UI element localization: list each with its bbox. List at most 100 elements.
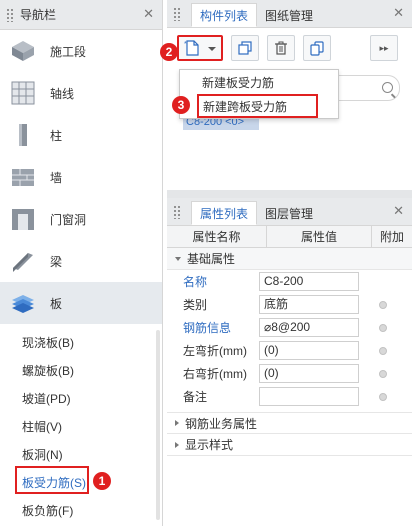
drag-grip-icon[interactable] xyxy=(173,205,181,219)
property-name[interactable]: 钢筋信息 xyxy=(167,319,259,336)
delete-button[interactable] xyxy=(267,35,295,61)
column-icon xyxy=(19,124,27,146)
tab-layer-management[interactable]: 图层管理 xyxy=(257,201,321,225)
svg-text:*: * xyxy=(184,41,187,48)
property-row-name: 名称 C8-200 xyxy=(167,270,412,293)
property-row-rebar-info: 钢筋信息 ⌀8@200 xyxy=(167,316,412,339)
close-icon[interactable]: ✕ xyxy=(143,7,154,20)
nav-item-label: 墙 xyxy=(50,170,63,185)
property-name: 左弯折(mm) xyxy=(183,344,247,358)
extra-checkbox[interactable] xyxy=(379,300,387,309)
drag-grip-icon[interactable] xyxy=(173,7,181,21)
menu-item-new-cross-slab-rebar[interactable]: 新建跨板受力筋 xyxy=(197,94,318,118)
nav-item-wall[interactable]: 墙 xyxy=(0,156,162,198)
section-basic-properties[interactable]: 基础属性 xyxy=(167,248,412,270)
duplicate-button[interactable] xyxy=(303,35,331,61)
property-tabbar: 属性列表 图层管理 ✕ xyxy=(167,198,412,226)
collapse-triangle-icon xyxy=(175,256,181,261)
nav-item-label: 施工段 xyxy=(50,44,87,59)
door-window-icon xyxy=(12,209,34,230)
beam-icon xyxy=(13,253,33,272)
copy-button[interactable] xyxy=(231,35,259,61)
search-icon[interactable] xyxy=(382,82,393,93)
extra-checkbox[interactable] xyxy=(379,346,387,355)
property-name: 右弯折(mm) xyxy=(183,367,247,381)
nav-item-label: 门窗洞 xyxy=(50,212,87,227)
sub-item-slab-negative-rebar[interactable]: 板负筋(F) xyxy=(0,496,162,524)
property-value-input[interactable]: 底筋 xyxy=(259,295,359,314)
close-icon[interactable]: ✕ xyxy=(393,204,404,217)
section-rebar-business-properties[interactable]: 钢筋业务属性 xyxy=(167,412,412,434)
property-name[interactable]: 名称 xyxy=(167,273,259,290)
nav-item-label: 梁 xyxy=(50,254,63,269)
new-file-icon: * xyxy=(184,40,199,56)
nav-scrollbar[interactable] xyxy=(156,330,160,520)
component-tabbar: 构件列表 图纸管理 ✕ xyxy=(167,0,412,28)
property-row-left-bend: 左弯折(mm) (0) xyxy=(167,339,412,362)
sub-item-ramp[interactable]: 坡道(PD) xyxy=(0,384,162,412)
trash-icon xyxy=(275,41,287,55)
tab-component-list[interactable]: 构件列表 xyxy=(191,3,258,27)
property-value-input[interactable]: (0) xyxy=(259,364,359,383)
column-header-value: 属性值 xyxy=(267,226,372,247)
property-name: 类别 xyxy=(183,298,208,312)
nav-item-door-window[interactable]: 门窗洞 xyxy=(0,198,162,240)
property-value-input[interactable] xyxy=(259,387,359,406)
nav-title: 导航栏 xyxy=(20,8,57,22)
duplicate-icon xyxy=(310,41,324,56)
panel-divider[interactable] xyxy=(167,190,412,198)
more-button[interactable]: ▸▸ xyxy=(370,35,398,61)
property-value-input[interactable]: (0) xyxy=(259,341,359,360)
construction-segment-icon xyxy=(12,41,34,61)
wall-icon xyxy=(12,169,34,186)
section-display-style[interactable]: 显示样式 xyxy=(167,434,412,456)
chevron-down-icon[interactable] xyxy=(208,47,216,51)
expand-triangle-icon xyxy=(175,441,179,448)
extra-checkbox[interactable] xyxy=(379,392,387,401)
nav-item-axis[interactable]: 轴线 xyxy=(0,72,162,114)
slab-icon xyxy=(12,295,34,313)
extra-checkbox[interactable] xyxy=(379,323,387,332)
column-header-extra: 附加 xyxy=(379,230,404,244)
property-value-input[interactable]: C8-200 xyxy=(259,272,359,291)
nav-item-column[interactable]: 柱 xyxy=(0,114,162,156)
sub-item-cast-slab[interactable]: 现浇板(B) xyxy=(0,328,162,356)
property-panel: 属性列表 图层管理 ✕ 属性名称 属性值 附加 基础属性 名称 C8-200 类… xyxy=(167,198,412,526)
section-label: 基础属性 xyxy=(187,252,236,266)
nav-header: 导航栏 ✕ xyxy=(0,0,162,30)
highlight-box-slab-rebar xyxy=(15,466,89,494)
callout-badge-3: 3 xyxy=(172,96,190,114)
tab-drawing-management[interactable]: 图纸管理 xyxy=(257,3,321,27)
property-row-right-bend: 右弯折(mm) (0) xyxy=(167,362,412,385)
section-label: 显示样式 xyxy=(185,438,234,452)
callout-badge-1: 1 xyxy=(93,472,111,490)
column-header-name: 属性名称 xyxy=(167,226,267,247)
close-icon[interactable]: ✕ xyxy=(393,6,404,19)
property-table-header: 属性名称 属性值 附加 xyxy=(167,226,412,248)
menu-item-new-slab-rebar[interactable]: 新建板受力筋 xyxy=(180,70,338,94)
sub-item-slab-hole[interactable]: 板洞(N) xyxy=(0,440,162,468)
new-component-button[interactable]: * xyxy=(177,35,223,61)
property-name: 备注 xyxy=(183,390,208,404)
section-label: 钢筋业务属性 xyxy=(185,416,258,431)
nav-item-beam[interactable]: 梁 xyxy=(0,240,162,282)
expand-triangle-icon xyxy=(175,420,179,426)
tab-property-list[interactable]: 属性列表 xyxy=(191,201,258,225)
extra-checkbox[interactable] xyxy=(379,369,387,378)
double-chevron-right-icon: ▸▸ xyxy=(379,42,389,53)
sub-item-spiral-slab[interactable]: 螺旋板(B) xyxy=(0,356,162,384)
nav-item-label: 柱 xyxy=(50,128,63,143)
drag-grip-icon[interactable] xyxy=(6,7,14,22)
sub-item-column-cap[interactable]: 柱帽(V) xyxy=(0,412,162,440)
navigation-panel: 导航栏 ✕ 施工段 轴线 柱 墙 门窗洞 梁 板 现浇板(B) 螺旋板(B) 坡… xyxy=(0,0,163,526)
component-toolbar: * ▸▸ xyxy=(167,28,412,68)
nav-item-slab[interactable]: 板 xyxy=(0,282,162,324)
copy-icon xyxy=(238,41,252,55)
new-component-dropdown: 新建板受力筋 新建跨板受力筋 xyxy=(179,69,339,119)
property-value-input[interactable]: ⌀8@200 xyxy=(259,318,359,337)
nav-item-construction-segment[interactable]: 施工段 xyxy=(0,30,162,72)
property-row-category: 类别 底筋 xyxy=(167,293,412,316)
nav-item-label: 板 xyxy=(50,296,63,311)
callout-badge-2: 2 xyxy=(160,43,178,61)
nav-item-label: 轴线 xyxy=(50,86,75,101)
